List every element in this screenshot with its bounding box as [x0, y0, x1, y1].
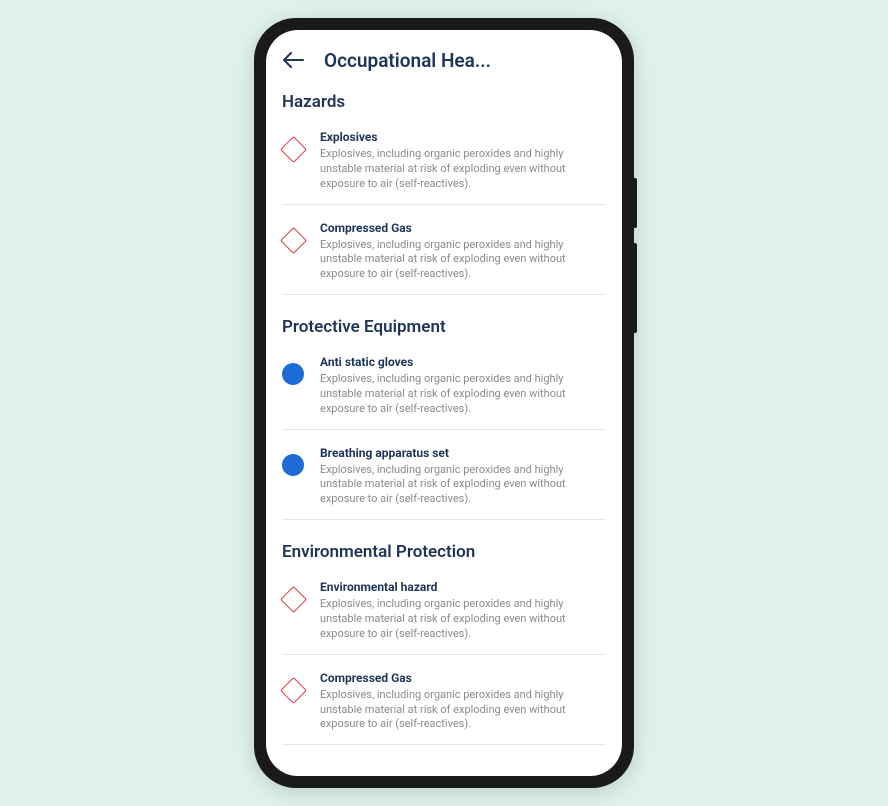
item-title: Explosives: [320, 130, 606, 144]
section-title: Environmental Protection: [282, 542, 606, 562]
hazard-diamond-icon: [280, 227, 307, 254]
circle-icon: [282, 454, 304, 476]
hazard-diamond-icon: [280, 136, 307, 163]
header: Occupational Hea...: [266, 30, 622, 86]
section: Hazards Explosives Explosives, including o…: [266, 92, 622, 295]
list-item[interactable]: Compressed Gas Explosives, including orga…: [282, 667, 606, 746]
phone-frame: Occupational Hea... HazardsExplosivesExp…: [254, 18, 634, 788]
section: Protective Equipment Anti static gloves Ex…: [266, 317, 622, 520]
item-title: Compressed Gas: [320, 671, 606, 685]
back-button[interactable]: [282, 48, 306, 72]
item-description: Explosives, including organic peroxides …: [320, 688, 606, 733]
item-title: Environmental hazard: [320, 580, 606, 594]
icon-slot: [282, 446, 306, 508]
item-description: Explosives, including organic peroxides …: [320, 372, 606, 417]
arrow-left-icon: [283, 52, 305, 68]
item-body: Compressed Gas Explosives, including orga…: [320, 671, 606, 733]
icon-slot: [282, 671, 306, 733]
section: Environmental Protection Environmental ha…: [266, 542, 622, 745]
item-title: Anti static gloves: [320, 355, 606, 369]
item-title: Breathing apparatus set: [320, 446, 606, 460]
item-description: Explosives, including organic peroxides …: [320, 147, 606, 192]
item-description: Explosives, including organic peroxides …: [320, 238, 606, 283]
list-item[interactable]: Compressed Gas Explosives, including orga…: [282, 217, 606, 296]
hazard-diamond-icon: [280, 586, 307, 613]
list-item[interactable]: Breathing apparatus set Explosives, inclu…: [282, 442, 606, 521]
icon-slot: [282, 130, 306, 192]
item-body: Environmental hazard Explosives, includin…: [320, 580, 606, 642]
icon-slot: [282, 580, 306, 642]
item-description: Explosives, including organic peroxides …: [320, 597, 606, 642]
content-scroll[interactable]: Hazards Explosives Explosives, including o…: [266, 86, 622, 776]
screen: Occupational Hea... HazardsExplosivesExp…: [266, 30, 622, 776]
item-body: Breathing apparatus set Explosives, inclu…: [320, 446, 606, 508]
section-title: Hazards: [282, 92, 606, 112]
list-item[interactable]: Environmental hazard Explosives, includin…: [282, 576, 606, 655]
section-title: Protective Equipment: [282, 317, 606, 337]
hazard-diamond-icon: [280, 677, 307, 704]
list-item[interactable]: Anti static gloves Explosives, including …: [282, 351, 606, 430]
item-description: Explosives, including organic peroxides …: [320, 463, 606, 508]
list-item[interactable]: Explosives Explosives, including organic …: [282, 126, 606, 205]
item-title: Compressed Gas: [320, 221, 606, 235]
circle-icon: [282, 363, 304, 385]
item-body: Explosives Explosives, including organic …: [320, 130, 606, 192]
page-title: Occupational Hea...: [324, 49, 491, 72]
item-body: Anti static gloves Explosives, including …: [320, 355, 606, 417]
item-body: Compressed Gas Explosives, including orga…: [320, 221, 606, 283]
icon-slot: [282, 355, 306, 417]
icon-slot: [282, 221, 306, 283]
